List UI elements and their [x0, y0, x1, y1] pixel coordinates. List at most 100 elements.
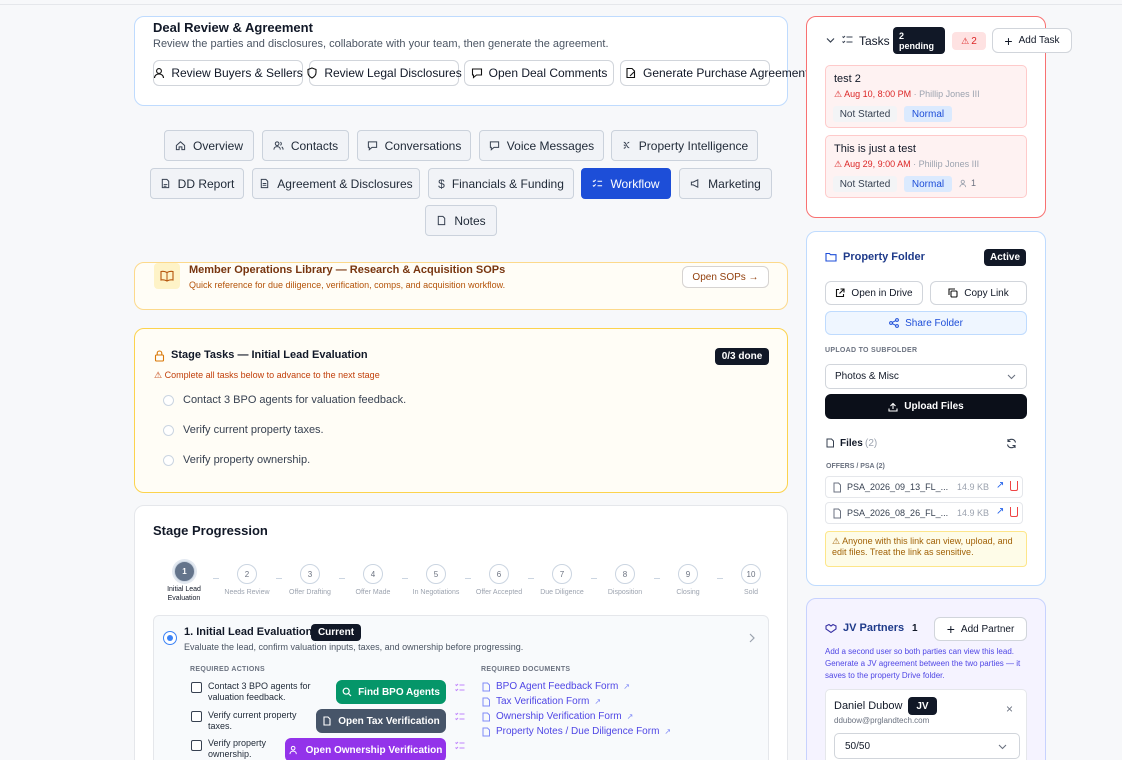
task-title: This is just a test	[834, 143, 916, 155]
current-stage-title: 1. Initial Lead Evaluation	[184, 626, 313, 638]
review-legal-disclosures-button[interactable]: Review Legal Disclosures	[307, 60, 462, 86]
sop-subtitle: Quick reference for due diligence, verif…	[189, 280, 506, 290]
subfolder-select-value: Photos & Misc	[835, 371, 899, 382]
split-select[interactable]: 50/50	[834, 733, 1020, 759]
file-row[interactable]: PSA_2026_09_13_FL_... 14.9 KB ↗	[825, 476, 1023, 498]
book-icon	[154, 263, 180, 289]
tab-voice-messages-label: Voice Messages	[506, 138, 595, 153]
add-partner-button[interactable]: + Add Partner	[934, 617, 1027, 641]
step-connector	[213, 578, 219, 579]
tab-agreement-disclosures-label: Agreement & Disclosures	[277, 176, 413, 191]
tab-conversations[interactable]: Conversations	[357, 130, 471, 161]
stage-step-3[interactable]: 3	[300, 564, 320, 584]
file-row[interactable]: PSA_2026_08_26_FL_... 14.9 KB ↗	[825, 502, 1023, 524]
tab-notes[interactable]: Notes	[425, 205, 497, 236]
lock-icon	[154, 350, 165, 362]
action-checkbox[interactable]	[191, 740, 202, 751]
tab-dd-report[interactable]: DD Report	[150, 168, 244, 199]
add-task-button[interactable]: + Add Task	[992, 28, 1072, 53]
tab-overview[interactable]: Overview	[164, 130, 254, 161]
copy-link-button[interactable]: Copy Link	[930, 281, 1027, 305]
task-radio[interactable]	[163, 455, 174, 466]
stage-task-item: Verify property ownership.	[183, 454, 311, 466]
subfolder-select[interactable]: Photos & Misc	[825, 364, 1027, 389]
action-checkbox[interactable]	[191, 711, 202, 722]
action-checkbox[interactable]	[191, 682, 202, 693]
task-radio[interactable]	[163, 425, 174, 436]
list-check-icon[interactable]	[455, 712, 465, 721]
review-buyers-sellers-button[interactable]: Review Buyers & Sellers	[153, 60, 303, 86]
stage-step-label: Disposition	[607, 589, 643, 596]
required-document-link[interactable]: BPO Agent Feedback Form ↗	[482, 681, 630, 692]
upload-files-button[interactable]: Upload Files	[825, 394, 1027, 419]
open-ownership-verification-button[interactable]: Open Ownership Verification	[285, 738, 446, 760]
jv-partner-card[interactable]: Daniel Dubow JV ddubow@prglandtech.com ×…	[825, 689, 1027, 760]
close-icon[interactable]: ×	[1006, 703, 1013, 715]
tab-dd-report-label: DD Report	[177, 176, 235, 191]
chevron-right-icon[interactable]	[748, 633, 756, 643]
delete-icon[interactable]	[1010, 507, 1018, 517]
document-icon	[482, 712, 490, 721]
open-deal-comments-label: Open Deal Comments	[488, 66, 608, 80]
tab-workflow[interactable]: Workflow	[581, 168, 671, 199]
generate-purchase-agreement-button[interactable]: Generate Purchase Agreement	[620, 60, 808, 86]
open-in-drive-button[interactable]: Open in Drive	[825, 281, 923, 305]
required-document-link[interactable]: Ownership Verification Form ↗	[482, 711, 633, 722]
external-link-icon: ↗	[664, 727, 672, 736]
tab-marketing[interactable]: Marketing	[679, 168, 772, 199]
tab-agreement-disclosures[interactable]: Agreement & Disclosures	[252, 168, 420, 199]
tab-property-intelligence[interactable]: Property Intelligence	[611, 130, 758, 161]
find-bpo-agents-label: Find BPO Agents	[358, 686, 440, 698]
current-stage-radio[interactable]	[163, 631, 177, 645]
tab-notes-label: Notes	[454, 213, 486, 228]
step-connector	[465, 578, 471, 579]
open-file-icon[interactable]: ↗	[996, 506, 1004, 517]
task-card[interactable]: test 2 ⚠ Aug 10, 8:00 PM · Phillip Jones…	[825, 65, 1027, 128]
refresh-icon[interactable]	[1006, 438, 1017, 449]
task-radio[interactable]	[163, 395, 174, 406]
stage-step-2[interactable]: 2	[237, 564, 257, 584]
tab-contacts[interactable]: Contacts	[262, 130, 349, 161]
stage-step-4[interactable]: 4	[363, 564, 383, 584]
partner-name: Daniel Dubow	[834, 700, 903, 712]
required-document-link[interactable]: Property Notes / Due Diligence Form ↗	[482, 726, 671, 737]
stage-step-7[interactable]: 7	[552, 564, 572, 584]
stage-step-10[interactable]: 10	[741, 564, 761, 584]
tab-marketing-label: Marketing	[708, 176, 761, 191]
stage-progression-title: Stage Progression	[153, 523, 268, 538]
file-name: PSA_2026_08_26_FL_...	[847, 508, 949, 518]
stage-step-1[interactable]: 1	[174, 561, 195, 582]
delete-icon[interactable]	[1010, 481, 1018, 491]
stage-step-5[interactable]: 5	[426, 564, 446, 584]
find-bpo-agents-button[interactable]: Find BPO Agents	[336, 680, 446, 704]
warning-icon: ⚠	[834, 159, 843, 169]
open-tax-verification-button[interactable]: Open Tax Verification	[316, 709, 446, 733]
stage-step-8[interactable]: 8	[615, 564, 635, 584]
list-check-icon[interactable]	[455, 741, 465, 750]
stage-step-6[interactable]: 6	[489, 564, 509, 584]
copy-icon	[948, 288, 958, 298]
file-size: 14.9 KB	[957, 482, 990, 492]
jv-partners-title: JV Partners	[843, 622, 905, 634]
task-card[interactable]: This is just a test ⚠ Aug 29, 9:00 AM · …	[825, 135, 1027, 198]
document-icon	[826, 438, 834, 448]
document-icon	[261, 178, 269, 189]
tab-contacts-label: Contacts	[290, 138, 339, 153]
open-sops-button[interactable]: Open SOPs →	[682, 266, 769, 288]
task-due-date: Aug 10, 8:00 PM	[844, 89, 912, 99]
message-icon	[367, 141, 377, 151]
edit-document-icon	[626, 67, 636, 79]
list-check-icon[interactable]	[455, 683, 465, 692]
current-stage-badge: Current	[311, 624, 361, 641]
warning-icon: ⚠	[961, 35, 970, 46]
document-icon	[833, 482, 841, 493]
action-text: Verify current property taxes.	[208, 710, 297, 731]
share-folder-button[interactable]: Share Folder	[825, 311, 1027, 335]
open-deal-comments-button[interactable]: Open Deal Comments	[464, 60, 614, 86]
tab-voice-messages[interactable]: Voice Messages	[479, 130, 604, 161]
tab-financials-funding[interactable]: $ Financials & Funding	[428, 168, 574, 199]
stage-step-9[interactable]: 9	[678, 564, 698, 584]
open-file-icon[interactable]: ↗	[996, 480, 1004, 491]
required-document-link[interactable]: Tax Verification Form ↗	[482, 696, 601, 707]
chevron-down-icon[interactable]	[826, 37, 835, 44]
